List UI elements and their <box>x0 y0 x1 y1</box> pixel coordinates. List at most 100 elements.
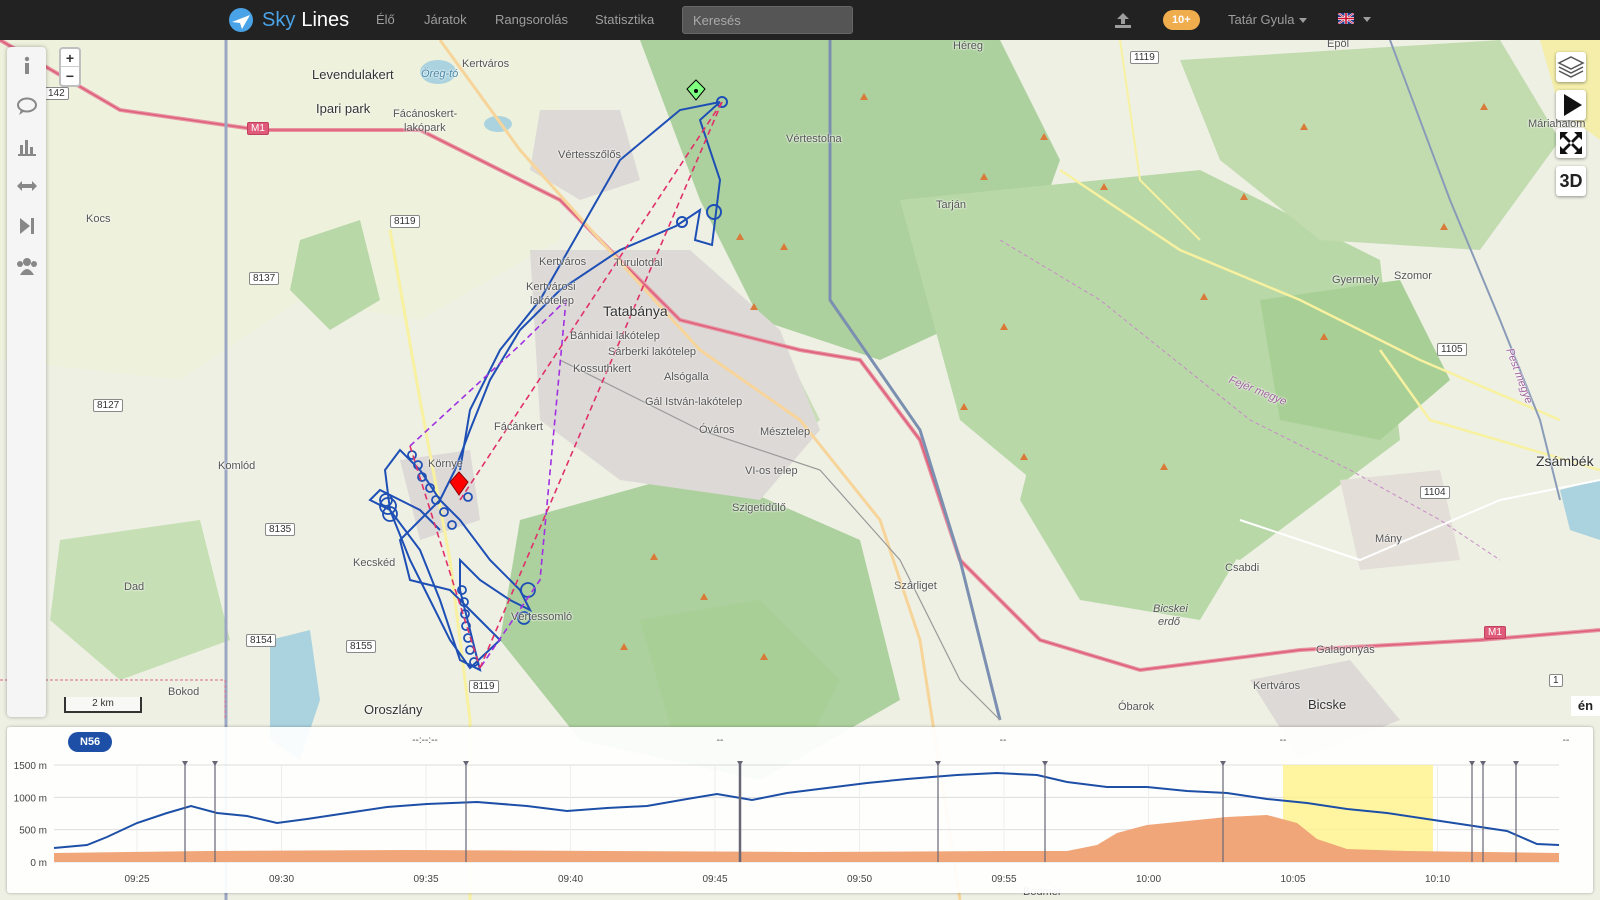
skylines-logo-icon <box>229 8 253 32</box>
road-number: M1 <box>1484 626 1506 639</box>
fullscreen-button[interactable] <box>1556 128 1586 158</box>
road-number: 8135 <box>265 523 296 536</box>
map-label: Kecskéd <box>353 557 396 569</box>
map-label: Fácánkert <box>494 421 543 433</box>
map-label: Vértestolna <box>786 133 842 145</box>
road-number: 142 <box>44 87 69 100</box>
road-number: 8155 <box>346 640 377 653</box>
map-label: Kertváros <box>539 256 587 268</box>
map-label: Kertvárosi <box>526 281 576 293</box>
map-label-city: Tatabánya <box>603 303 668 319</box>
map-label: Bicske <box>1308 697 1347 712</box>
map-label: Környe <box>428 458 463 470</box>
brand-logo[interactable]: Sky Lines <box>228 6 349 34</box>
barogram-chart[interactable]: 1500 m 1000 m 500 m 0 m 09:25 09:30 09:35 09:40… <box>7 727 1593 893</box>
layers-icon <box>1557 56 1585 78</box>
x-tick-label: 09:35 <box>413 874 438 885</box>
x-tick-label: 09:30 <box>269 874 294 885</box>
navbar: Sky Lines Élő Járatok Rangsorolás Statis… <box>0 0 1600 40</box>
y-tick-label: 1500 m <box>14 761 47 772</box>
skip-forward-icon[interactable] <box>16 215 38 237</box>
map-label: Ipari park <box>316 101 371 116</box>
map-label: lakópark <box>404 122 446 134</box>
measure-icon[interactable] <box>16 175 38 197</box>
y-tick-label: 1000 m <box>14 793 47 804</box>
map-label: Bokod <box>168 686 200 698</box>
x-tick-label: 09:40 <box>558 874 583 885</box>
map-label: Óbarok <box>1118 701 1155 713</box>
map-label: Alsógalla <box>664 371 709 383</box>
language-caret-icon[interactable] <box>1363 17 1371 22</box>
nav-statistics[interactable]: Statisztika <box>595 12 654 27</box>
map-label: Komlód <box>218 460 256 472</box>
zoom-out-button[interactable]: − <box>61 67 79 85</box>
map-label: Mésztelep <box>760 426 811 438</box>
header-placeholder: --:--:-- <box>412 735 438 746</box>
y-tick-label: 500 m <box>19 826 47 837</box>
map-label: Oroszlány <box>364 702 423 717</box>
user-menu[interactable]: Tatár Gyula <box>1228 12 1308 27</box>
map-label: Szomor <box>1394 270 1432 282</box>
map-scale: 2 km <box>64 697 142 713</box>
map-label: Öreg-tó <box>421 68 459 80</box>
header-placeholder: -- <box>1000 735 1007 746</box>
layers-button[interactable] <box>1556 52 1586 82</box>
road-number: 8119 <box>390 215 420 228</box>
road-number: 1105 <box>1437 343 1467 356</box>
info-icon[interactable] <box>16 55 38 77</box>
sidebar <box>7 47 46 717</box>
group-icon[interactable] <box>16 255 38 277</box>
map-attribution[interactable]: én <box>1571 696 1600 716</box>
map-label: Csabdi <box>1225 562 1260 574</box>
map-label: Galagonyás <box>1316 644 1375 656</box>
chart-icon[interactable] <box>16 135 38 157</box>
road-number: 8127 <box>93 399 124 412</box>
road-number: 1104 <box>1420 486 1450 499</box>
map-label: VI-os telep <box>745 465 798 477</box>
nav-flights[interactable]: Járatok <box>424 12 467 27</box>
map-label: Vértessomló <box>511 611 573 623</box>
play-button[interactable] <box>1556 90 1586 120</box>
upload-icon[interactable] <box>1114 12 1132 28</box>
nav-live[interactable]: Élő <box>376 12 395 27</box>
x-tick-label: 10:10 <box>1425 874 1450 885</box>
road-number: 1 <box>1549 674 1563 687</box>
map-label: Szárliget <box>894 580 937 592</box>
search-input[interactable] <box>682 6 853 34</box>
y-tick-label: 0 m <box>30 858 47 869</box>
fullscreen-icon <box>1560 132 1582 154</box>
zoom-in-button[interactable]: + <box>61 49 79 67</box>
notification-badge[interactable]: 10+ <box>1163 10 1200 30</box>
map-label: Kertváros <box>462 58 510 70</box>
comments-icon[interactable] <box>16 95 38 117</box>
road-number: 8119 <box>469 680 499 693</box>
map-label: lakótelep <box>530 295 575 307</box>
x-tick-label: 09:50 <box>847 874 872 885</box>
header-placeholder: -- <box>1280 735 1287 746</box>
3d-view-button[interactable]: 3D <box>1556 166 1586 196</box>
header-placeholder: -- <box>1563 735 1570 746</box>
map-label: Tarján <box>936 199 966 211</box>
x-tick-label: 10:00 <box>1136 874 1161 885</box>
map-label: Óváros <box>699 424 735 436</box>
map-label: Mány <box>1375 533 1402 545</box>
x-tick-label: 09:55 <box>991 874 1016 885</box>
map-label: Dad <box>124 581 145 593</box>
x-tick-label: 09:45 <box>702 874 727 885</box>
map-label: erdő <box>1158 616 1181 628</box>
map-label: Levendulakert <box>312 67 394 82</box>
map-label: Szigetidűlő <box>732 502 786 514</box>
barogram-panel[interactable]: N56 1500 m 1000 m 500 m0 m 09:25 09:30 09:35 0… <box>7 727 1593 893</box>
road-number: 1119 <box>1130 51 1159 64</box>
map-label: Fácánoskert- <box>393 108 458 120</box>
map-label: Turulotdal <box>614 257 663 269</box>
nav-ranking[interactable]: Rangsorolás <box>495 12 568 27</box>
road-number: 8154 <box>246 634 277 647</box>
map-label: Bicskei <box>1153 603 1188 615</box>
caret-down-icon <box>1299 18 1308 24</box>
map-label: Epöl <box>1327 40 1350 50</box>
map-label: Kocs <box>86 213 111 225</box>
play-icon <box>1564 94 1582 116</box>
uk-flag-icon[interactable] <box>1338 13 1354 24</box>
map-label-city: Zsámbék <box>1536 453 1594 469</box>
